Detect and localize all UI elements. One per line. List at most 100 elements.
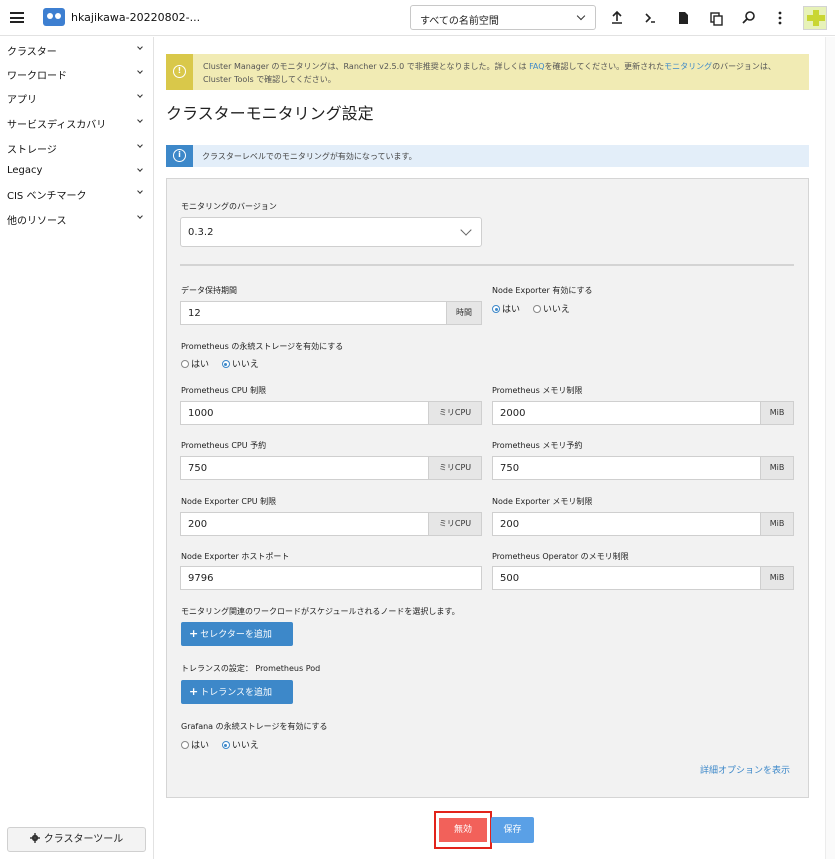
node-exporter-no[interactable]: いいえ: [532, 302, 570, 315]
add-selector-button[interactable]: + セレクターを追加: [181, 622, 293, 646]
prom-mem-limit-value: 2000: [500, 408, 526, 419]
sidebar-item-cluster[interactable]: クラスター: [0, 39, 154, 59]
disable-button-highlight: 無効: [434, 811, 492, 849]
ne-mem-limit-input[interactable]: 200: [492, 512, 761, 536]
node-exporter-enable-radios: はい いいえ: [492, 302, 580, 315]
ne-cpu-limit-label: Node Exporter CPU 制限: [181, 497, 277, 506]
sidebar-item-label: CIS ベンチマーク: [7, 191, 87, 202]
warning-icon-box: !: [166, 54, 193, 90]
sidebar: クラスター ワークロード アプリ サービスディスカバリ ストレージ Legacy…: [0, 37, 154, 859]
radio-unchecked-icon[interactable]: [181, 741, 189, 749]
terminal-icon[interactable]: [640, 8, 660, 28]
grafana-storage-yes[interactable]: はい: [181, 738, 209, 751]
prom-cpu-req-input[interactable]: 750: [180, 456, 429, 480]
chevron-down-icon: [137, 213, 143, 219]
op-mem-limit-label: Prometheus Operator のメモリ制限: [492, 552, 629, 561]
cluster-logo-icon: [43, 8, 65, 26]
sidebar-item-apps[interactable]: アプリ: [0, 87, 154, 107]
sidebar-item-legacy[interactable]: Legacy: [0, 161, 154, 181]
retention-input[interactable]: 12: [180, 301, 447, 325]
menu-icon[interactable]: [10, 12, 24, 23]
node-select-label: モニタリング関連のワークロードがスケジュールされるノードを選択します。: [181, 607, 460, 616]
divider: [180, 264, 794, 266]
chevron-down-icon: [137, 44, 143, 50]
radio-unchecked-icon[interactable]: [532, 305, 541, 313]
scrollbar[interactable]: [825, 37, 835, 859]
more-vert-icon[interactable]: [770, 8, 790, 28]
deprecation-text-1: Cluster Manager のモニタリングは、Rancher v2.5.0 …: [203, 62, 527, 71]
settings-panel: [166, 178, 809, 798]
version-select[interactable]: 0.3.2: [180, 217, 482, 247]
ne-host-port-input[interactable]: 9796: [180, 566, 482, 590]
grafana-storage-no[interactable]: いいえ: [221, 738, 259, 751]
sidebar-item-label: ストレージ: [7, 145, 57, 156]
node-exporter-yes[interactable]: はい: [492, 302, 520, 315]
upload-icon[interactable]: [607, 8, 627, 28]
file-icon[interactable]: [673, 8, 693, 28]
prom-storage-yes[interactable]: はい: [181, 357, 209, 370]
radio-checked-icon[interactable]: [221, 741, 230, 749]
retention-value: 12: [188, 308, 201, 319]
ne-cpu-limit-input[interactable]: 200: [180, 512, 429, 536]
search-icon[interactable]: [739, 8, 759, 28]
version-label: モニタリングのバージョン: [181, 202, 277, 211]
prom-cpu-limit-label: Prometheus CPU 制限: [181, 386, 267, 395]
op-mem-limit-value: 500: [500, 573, 520, 584]
sidebar-item-service-discovery[interactable]: サービスディスカバリ: [0, 112, 154, 132]
unit-milli-cpu: ミリCPU: [429, 456, 482, 480]
unit-mib: MiB: [761, 456, 794, 480]
ne-cpu-limit-value: 200: [188, 519, 208, 530]
avatar[interactable]: [803, 6, 827, 30]
sidebar-item-storage[interactable]: ストレージ: [0, 137, 154, 157]
cluster-tools-label: クラスターツール: [43, 834, 124, 845]
plus-icon: +: [189, 685, 199, 698]
prom-mem-req-value: 750: [500, 463, 520, 474]
prom-storage-no[interactable]: いいえ: [221, 357, 259, 370]
unit-mib: MiB: [761, 512, 794, 536]
prom-mem-req-label: Prometheus メモリ予約: [492, 441, 583, 450]
chevron-down-icon: [576, 11, 586, 21]
node-exporter-enable-label: Node Exporter 有効にする: [492, 286, 593, 295]
add-toleration-button[interactable]: + トレランスを追加: [181, 680, 293, 704]
chevron-down-icon: [137, 188, 143, 194]
chevron-down-icon: [460, 224, 472, 236]
ne-mem-limit-label: Node Exporter メモリ制限: [492, 497, 593, 506]
prom-mem-req-input[interactable]: 750: [492, 456, 761, 480]
add-selector-label: セレクターを追加: [200, 630, 272, 640]
faq-link[interactable]: FAQ: [529, 62, 545, 71]
op-mem-limit-input[interactable]: 500: [492, 566, 761, 590]
radio-checked-icon[interactable]: [221, 360, 230, 368]
disable-button[interactable]: 無効: [439, 818, 487, 842]
sidebar-item-label: 他のリソース: [7, 216, 67, 227]
retention-unit: 時間: [447, 301, 482, 325]
cluster-tools-button[interactable]: クラスターツール: [7, 827, 146, 852]
cluster-name[interactable]: hkajikawa-20220802-...: [71, 11, 200, 24]
monitoring-link[interactable]: モニタリング: [664, 62, 712, 71]
retention-label: データ保持期間: [181, 286, 237, 295]
chevron-down-icon: [137, 68, 143, 74]
sidebar-item-more-resources[interactable]: 他のリソース: [0, 208, 154, 228]
add-toleration-label: トレランスを追加: [200, 688, 273, 698]
sidebar-item-cis-benchmark[interactable]: CIS ベンチマーク: [0, 183, 154, 203]
gear-icon: [29, 833, 40, 843]
prom-mem-limit-input[interactable]: 2000: [492, 401, 761, 425]
radio-checked-icon[interactable]: [492, 305, 500, 313]
namespace-select[interactable]: すべての名前空間: [410, 5, 596, 30]
prom-storage-radios: はい いいえ: [181, 357, 269, 370]
sidebar-item-label: Legacy: [7, 165, 43, 176]
ne-host-port-value: 9796: [188, 573, 214, 584]
sidebar-item-workload[interactable]: ワークロード: [0, 63, 154, 83]
page-title: クラスターモニタリング設定: [166, 104, 374, 123]
radio-unchecked-icon[interactable]: [181, 360, 189, 368]
prom-cpu-req-value: 750: [188, 463, 208, 474]
show-advanced-link[interactable]: 詳細オプションを表示: [700, 763, 790, 776]
grafana-storage-radios: はい いいえ: [181, 738, 269, 751]
radio-label: はい: [191, 741, 210, 751]
prom-cpu-limit-input[interactable]: 1000: [180, 401, 429, 425]
save-button[interactable]: 保存: [491, 817, 534, 843]
radio-label: いいえ: [231, 360, 259, 370]
info-banner-text: クラスターレベルでのモニタリングが有効になっています。: [202, 152, 417, 161]
deprecation-banner: ! Cluster Manager のモニタリングは、Rancher v2.5.…: [166, 54, 809, 90]
copy-icon[interactable]: [706, 8, 726, 28]
radio-label: はい: [502, 305, 521, 315]
